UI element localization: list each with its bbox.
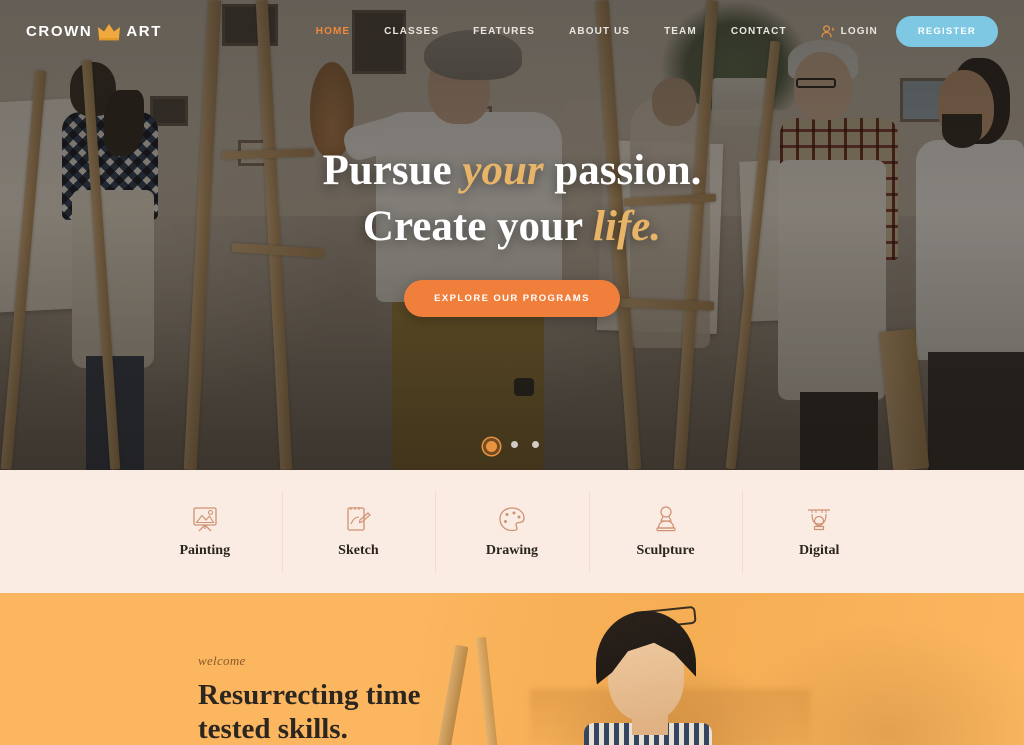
category-painting[interactable]: Painting <box>128 487 282 577</box>
hero-section: CROWN ART HOME CLASSES FEATURES ABOUT US… <box>0 0 1024 470</box>
category-drawing[interactable]: Drawing <box>435 487 589 577</box>
nav-item-classes[interactable]: CLASSES <box>367 26 456 37</box>
category-sketch[interactable]: Sketch <box>281 487 436 577</box>
digital-tablet-icon <box>804 504 834 534</box>
category-sculpture[interactable]: Sculpture <box>588 487 743 577</box>
welcome-title-line-2: tested skills. <box>198 713 348 745</box>
hero-title-text-2: passion. <box>543 147 702 195</box>
sketchpad-pencil-icon <box>343 504 373 534</box>
crown-icon <box>97 22 121 41</box>
slider-dot-1[interactable] <box>485 441 497 452</box>
nav-item-team[interactable]: TEAM <box>647 26 714 37</box>
welcome-artist-photo <box>420 593 1024 745</box>
categories-list: Painting Sketch Drawing Sculpture Digita… <box>128 487 896 577</box>
hero-title-text-1: Pursue <box>322 147 463 195</box>
easel-painting-icon <box>190 504 220 534</box>
slider-dot-3[interactable] <box>531 441 539 448</box>
welcome-text-block: welcome Resurrecting time tested skills. <box>198 593 498 745</box>
welcome-kicker: welcome <box>198 653 246 668</box>
user-icon <box>820 24 835 39</box>
register-button[interactable]: REGISTER <box>895 15 998 47</box>
category-label: Painting <box>179 543 231 558</box>
hero-title-accent-2: life. <box>593 202 662 250</box>
bust-statue-icon <box>651 504 681 534</box>
welcome-section: welcome Resurrecting time tested skills. <box>0 593 1024 745</box>
hero-title-line-2: Create your life. <box>363 203 661 250</box>
category-label: Drawing <box>485 543 539 558</box>
welcome-title: Resurrecting time tested skills. <box>198 678 498 745</box>
logo-crown-text: CROWN <box>26 22 93 40</box>
category-label: Sculpture <box>636 543 695 558</box>
category-label: Digital <box>798 543 840 558</box>
hero-slider-dots <box>0 441 1024 452</box>
category-digital[interactable]: Digital <box>742 487 896 577</box>
nav-item-about-us[interactable]: ABOUT US <box>552 26 647 37</box>
hero-title-accent-1: your <box>462 147 544 195</box>
nav-item-features[interactable]: FEATURES <box>456 26 552 37</box>
login-link[interactable]: LOGIN <box>820 24 878 39</box>
explore-programs-button[interactable]: EXPLORE OUR PROGRAMS <box>404 279 620 317</box>
hero-title-text-3: Create your <box>362 202 593 250</box>
nav-menu: HOME CLASSES FEATURES ABOUT US TEAM CONT… <box>299 15 998 47</box>
main-navbar: CROWN ART HOME CLASSES FEATURES ABOUT US… <box>0 0 1024 62</box>
category-label: Sketch <box>338 543 379 558</box>
palette-icon <box>497 504 527 534</box>
hero-content: Pursue your passion. Create your life. E… <box>0 0 1024 470</box>
hero-title: Pursue your passion. Create your life. <box>323 143 702 253</box>
categories-section: Painting Sketch Drawing Sculpture Digita… <box>0 470 1024 593</box>
site-logo[interactable]: CROWN ART <box>26 22 162 41</box>
login-label: LOGIN <box>840 25 878 37</box>
nav-item-contact[interactable]: CONTACT <box>714 26 804 37</box>
logo-art-text: ART <box>126 22 162 40</box>
hero-title-line-1: Pursue your passion. <box>323 147 702 194</box>
slider-dot-2[interactable] <box>510 441 518 448</box>
nav-item-home[interactable]: HOME <box>299 26 367 37</box>
page-root: CROWN ART HOME CLASSES FEATURES ABOUT US… <box>0 0 1024 745</box>
welcome-title-line-1: Resurrecting time <box>198 679 421 711</box>
